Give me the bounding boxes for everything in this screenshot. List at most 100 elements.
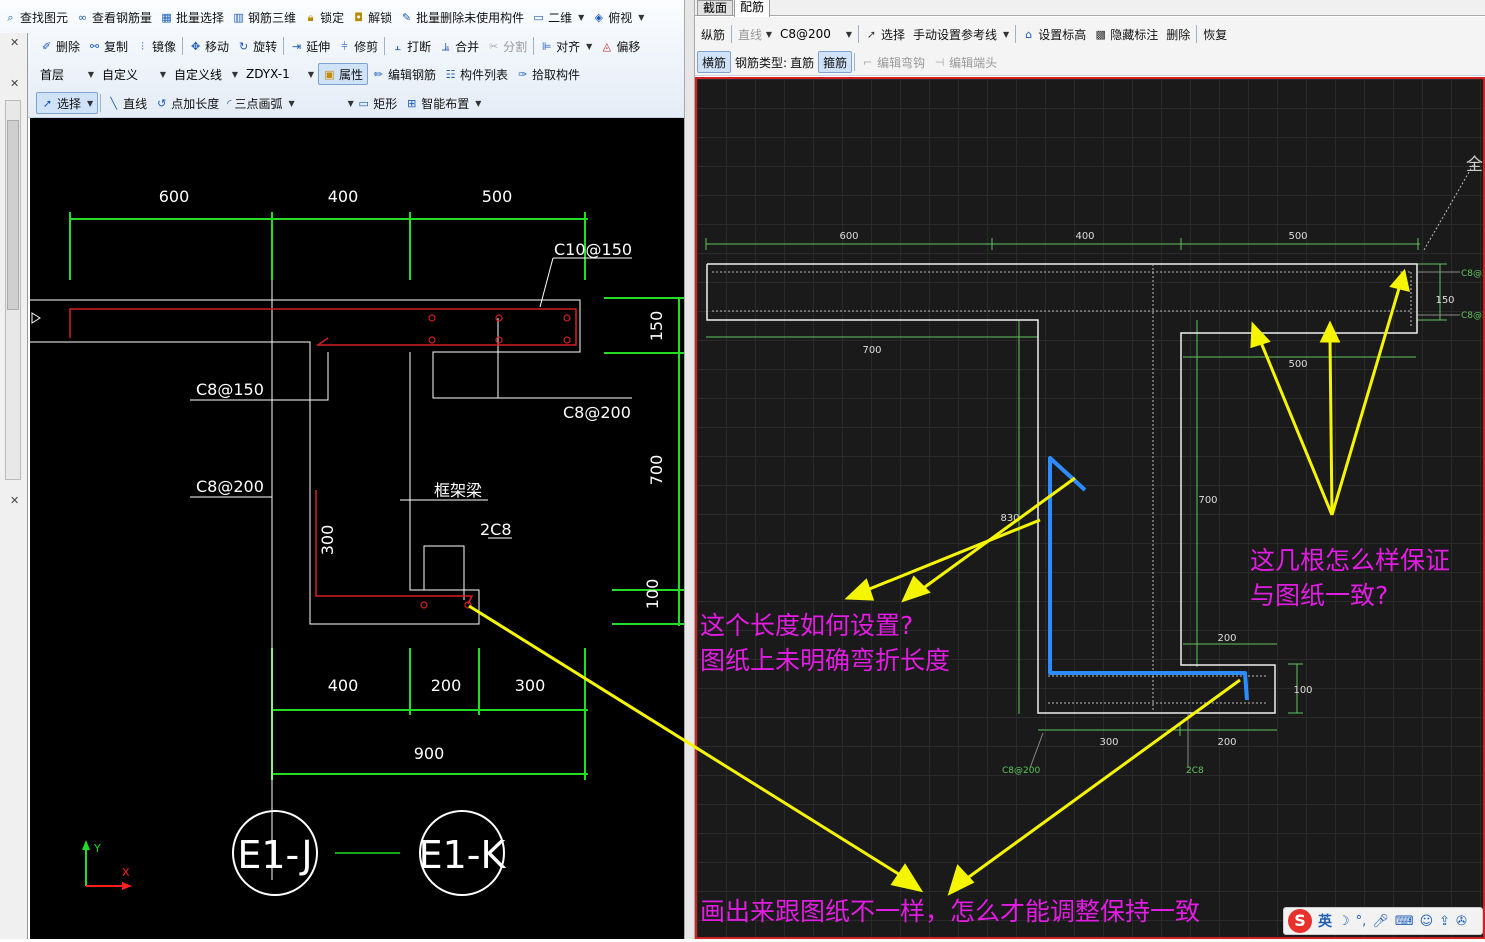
scrollbar-thumb[interactable]	[7, 120, 19, 310]
rebar-3d-icon: ▥	[233, 10, 244, 24]
dim-bottom-200: 200	[431, 676, 462, 695]
right-drawing-canvas[interactable]: 600 400 500 150 700 500 700 830 200 100 …	[695, 77, 1485, 939]
extend-button[interactable]: ⇥ 延伸	[286, 35, 334, 57]
batch-delete-unused-button[interactable]: ✎ 批量删除未使用构件	[396, 6, 528, 28]
separator	[731, 25, 733, 43]
right-toolbar-row2: 横筋 钢筋类型: 直筋 箍筋 ⌐ 编辑弯钩 ⊣ 编辑端头	[697, 49, 1001, 75]
rdim-200b: 200	[1217, 737, 1236, 748]
properties-button[interactable]: ▣ 属性	[318, 63, 369, 85]
view-top-dropdown[interactable]: ◈ 俯视 ▼	[588, 6, 648, 28]
subcategory-select[interactable]: 自定义线 ▼	[170, 64, 242, 84]
panel-close-icon[interactable]: ✕	[10, 36, 19, 49]
component-list-button[interactable]: ☷ 构件列表	[440, 63, 512, 85]
delete-button[interactable]: ✐ 删除	[36, 35, 84, 57]
chevron-down-icon: ▼	[578, 12, 585, 22]
restore-button[interactable]: 恢复	[1199, 23, 1231, 45]
point-length-button[interactable]: ↺ 点加长度	[151, 92, 223, 114]
align-icon: ⊫	[541, 39, 552, 53]
dim-500: 500	[482, 187, 513, 206]
split-button[interactable]: ✂ 分割	[483, 35, 531, 57]
delete-icon: ✐	[41, 39, 52, 53]
line-tool-button[interactable]: ╲ 直线	[103, 92, 151, 114]
rectangle-tool-button[interactable]: ▭ 矩形	[353, 92, 401, 114]
unlock-button[interactable]: ◘ 解锁	[348, 6, 396, 28]
rotate-button[interactable]: ↻ 旋转	[233, 35, 281, 57]
view-rebar-qty-button[interactable]: ∞ 查看钢筋量	[72, 6, 156, 28]
break-button[interactable]: ⫠ 打断	[387, 35, 435, 57]
batch-select-button[interactable]: ▦ 批量选择	[156, 6, 228, 28]
dim-700: 700	[647, 455, 666, 486]
edit-end-button[interactable]: ⊣ 编辑端头	[929, 51, 1001, 73]
smart-layout-dropdown[interactable]: ⊞ 智能布置 ▼	[401, 92, 485, 114]
mirror-button[interactable]: ⫶ 镜像	[132, 35, 180, 57]
set-elevation-button[interactable]: ⌂ 设置标高	[1018, 23, 1090, 45]
separator	[1015, 25, 1017, 43]
upload-icon[interactable]: ⇪	[1439, 914, 1450, 929]
tab-section[interactable]: 截面	[697, 0, 733, 16]
list-icon: ☷	[445, 67, 456, 81]
move-button[interactable]: ✥ 移动	[185, 35, 233, 57]
chevron-down-icon: ▼	[845, 29, 853, 39]
chevron-down-icon: ▼	[1003, 29, 1010, 39]
svg-text:Y: Y	[93, 842, 101, 855]
category-select[interactable]: 自定义 ▼	[98, 64, 170, 84]
rebar-type-label: 钢筋类型: 直筋	[735, 55, 815, 70]
move-icon: ✥	[190, 39, 201, 53]
align-dropdown[interactable]: ⊫ 对齐 ▼	[536, 35, 596, 57]
dim-bottom-400: 400	[328, 676, 359, 695]
edit-hook-button[interactable]: ⌐ 编辑弯钩	[857, 51, 929, 73]
edit-rebar-button[interactable]: ✏ 编辑钢筋	[368, 63, 440, 85]
hide-annotation-button[interactable]: ▩ 隐藏标注	[1090, 23, 1162, 45]
rebar-spec-select[interactable]: C8@200 ▼	[776, 24, 856, 44]
manual-reference-line-dropdown[interactable]: 手动设置参考线 ▼	[909, 23, 1013, 45]
component-select[interactable]: ZDYX-1 ▼	[242, 64, 318, 84]
trim-icon: ⫩	[341, 39, 348, 53]
ime-language-toggle[interactable]: 英	[1318, 911, 1332, 931]
punctuation-icon[interactable]: °,	[1356, 914, 1367, 929]
merge-button[interactable]: ⫡ 合并	[435, 35, 483, 57]
rlabel-2c8: 2C8	[1186, 766, 1204, 776]
moon-icon[interactable]: ☽	[1338, 914, 1350, 929]
batch-icon: ▦	[161, 10, 172, 24]
ucs-icon: Y X	[82, 840, 132, 890]
elevation-icon: ⌂	[1025, 27, 1033, 41]
trim-button[interactable]: ⫩ 修剪	[334, 35, 382, 57]
rdim-200a: 200	[1217, 633, 1236, 644]
offset-button[interactable]: ◬ 偏移	[596, 35, 644, 57]
select-button[interactable]: ➚ 选择	[861, 23, 909, 45]
three-point-arc-dropdown[interactable]: ◜ 三点画弧 ▼ ▼	[223, 92, 354, 114]
copy-button[interactable]: ⚯ 复制	[84, 35, 132, 57]
rlabel-c8-a: C8@2	[1461, 269, 1483, 279]
right-toolbar-row1: 纵筋 直线 ▼ C8@200 ▼ ➚ 选择 手动设置参考线 ▼ ⌂ 设置标高 ▩ 隐藏标注 …	[697, 21, 1231, 47]
panel-close-icon[interactable]: ✕	[10, 77, 19, 90]
stirrup-button[interactable]: 箍筋	[818, 51, 853, 73]
label-c8-150: C8@150	[196, 380, 264, 399]
rlabel-corner: 全	[1466, 155, 1483, 175]
wrench-icon[interactable]: ✇	[1456, 914, 1467, 929]
rebar-3d-button[interactable]: ▥ 钢筋三维	[228, 6, 300, 28]
longitudinal-bar-button[interactable]: 纵筋	[697, 23, 729, 45]
microphone-icon[interactable]: 🎤︎	[1372, 914, 1389, 929]
right-tab-strip	[695, 0, 1485, 16]
panel-close-icon[interactable]: ✕	[10, 494, 19, 507]
view-2d-dropdown[interactable]: ▭ 二维 ▼	[528, 6, 588, 28]
keyboard-icon[interactable]: ⌨	[1395, 914, 1414, 929]
separator	[854, 53, 856, 71]
tab-rebar[interactable]: 配筋	[734, 0, 770, 17]
rdim-300: 300	[1099, 737, 1118, 748]
delete-bar-button[interactable]: 删除	[1162, 23, 1194, 45]
lock-button[interactable]: 🔒︎ 锁定	[300, 6, 348, 28]
floor-select[interactable]: 首层 ▼	[36, 64, 98, 84]
left-drawing-canvas[interactable]: 600 400 500 400 200 300 900 150 700 100 …	[30, 118, 684, 939]
rdim-600: 600	[839, 231, 858, 242]
user-icon[interactable]: ☺	[1420, 914, 1434, 929]
pick-component-button[interactable]: ✑ 拾取构件	[512, 63, 584, 85]
select-tool-button[interactable]: ➚ 选择 ▼	[36, 92, 99, 114]
cursor-icon: ➚	[866, 27, 877, 41]
horizontal-bar-button[interactable]: 横筋	[697, 51, 732, 73]
rebar-dots	[420, 314, 571, 609]
chevron-down-icon: ▼	[586, 41, 593, 51]
find-element-button[interactable]: ⌕ 查找图元	[0, 6, 72, 28]
line-type-select[interactable]: 直线 ▼	[734, 24, 776, 44]
dim-150: 150	[647, 311, 666, 342]
